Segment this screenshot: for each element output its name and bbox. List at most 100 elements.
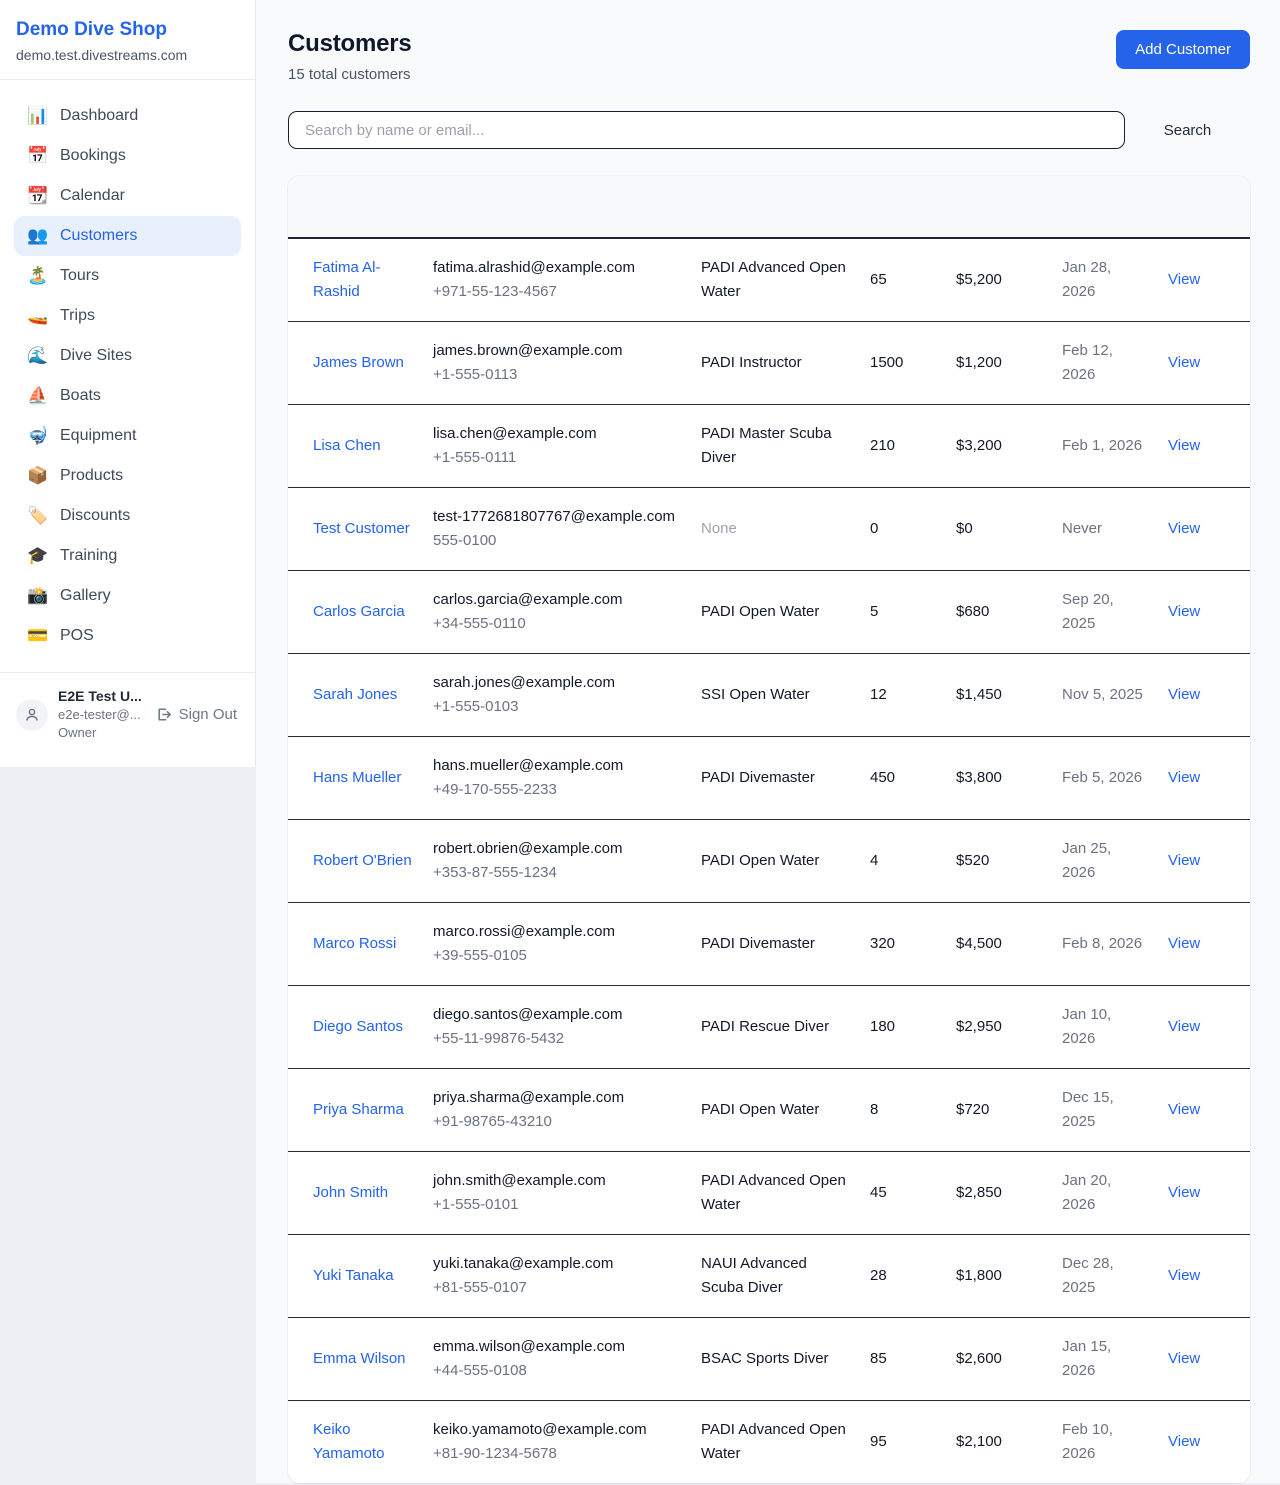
customer-phone: +44-555-0108 xyxy=(433,1359,681,1383)
view-customer-link[interactable]: View xyxy=(1168,769,1200,786)
table-row: Marco Rossi marco.rossi@example.com +39-… xyxy=(288,903,1250,986)
view-customer-link[interactable]: View xyxy=(1168,354,1200,371)
customer-certification: PADI Advanced Open Water xyxy=(701,1401,870,1484)
customer-dives: 180 xyxy=(870,986,956,1069)
sidebar-item-dive-sites[interactable]: 🌊 Dive Sites xyxy=(14,336,241,376)
customer-name-link[interactable]: James Brown xyxy=(313,354,404,371)
view-customer-link[interactable]: View xyxy=(1168,603,1200,620)
column-header-contact xyxy=(433,176,701,238)
sidebar-item-bookings[interactable]: 📅 Bookings xyxy=(14,136,241,176)
view-customer-link[interactable]: View xyxy=(1168,1433,1200,1450)
trips-icon: 🚤 xyxy=(27,307,47,324)
boats-icon: ⛵ xyxy=(27,387,47,404)
customer-dives: 85 xyxy=(870,1318,956,1401)
table-row: Keiko Yamamoto keiko.yamamoto@example.co… xyxy=(288,1401,1250,1484)
column-header-actions xyxy=(1168,176,1250,238)
customer-last-dive: Feb 1, 2026 xyxy=(1062,405,1168,488)
customer-name-link[interactable]: Carlos Garcia xyxy=(313,603,405,620)
sidebar-item-training[interactable]: 🎓 Training xyxy=(14,536,241,576)
customer-last-dive: Jan 20, 2026 xyxy=(1062,1152,1168,1235)
customer-name-link[interactable]: Test Customer xyxy=(313,520,410,537)
customer-last-dive: Sep 20, 2025 xyxy=(1062,571,1168,654)
customer-phone: +81-90-1234-5678 xyxy=(433,1442,681,1466)
sidebar-item-label: Calendar xyxy=(60,187,125,205)
customer-phone: +1-555-0113 xyxy=(433,363,681,387)
customer-dives: 95 xyxy=(870,1401,956,1484)
customer-email: sarah.jones@example.com xyxy=(433,671,681,695)
pos-icon: 💳 xyxy=(27,627,47,644)
sidebar-item-products[interactable]: 📦 Products xyxy=(14,456,241,496)
sidebar-item-boats[interactable]: ⛵ Boats xyxy=(14,376,241,416)
customer-name-link[interactable]: Lisa Chen xyxy=(313,437,381,454)
shop-name: Demo Dive Shop xyxy=(16,18,239,43)
customer-name-link[interactable]: Priya Sharma xyxy=(313,1101,404,1118)
view-customer-link[interactable]: View xyxy=(1168,437,1200,454)
view-customer-link[interactable]: View xyxy=(1168,520,1200,537)
sign-out-icon xyxy=(155,706,172,723)
sidebar-item-calendar[interactable]: 📆 Calendar xyxy=(14,176,241,216)
add-customer-button[interactable]: Add Customer xyxy=(1116,30,1250,69)
customer-email: test-1772681807767@example.com xyxy=(433,505,681,529)
search-input[interactable] xyxy=(288,111,1125,149)
sign-out-label: Sign Out xyxy=(179,706,237,723)
column-header-total-spent xyxy=(956,176,1062,238)
view-customer-link[interactable]: View xyxy=(1168,852,1200,869)
discounts-icon: 🏷️ xyxy=(27,507,47,524)
customer-total-spent: $5,200 xyxy=(956,238,1062,322)
customer-last-dive: Jan 10, 2026 xyxy=(1062,986,1168,1069)
sidebar-item-gallery[interactable]: 📸 Gallery xyxy=(14,576,241,616)
customer-name-link[interactable]: Diego Santos xyxy=(313,1018,403,1035)
view-customer-link[interactable]: View xyxy=(1168,1184,1200,1201)
customer-phone: +91-98765-43210 xyxy=(433,1110,681,1134)
customer-name-link[interactable]: Fatima Al-Rashid xyxy=(313,259,381,300)
table-row: Emma Wilson emma.wilson@example.com +44-… xyxy=(288,1318,1250,1401)
customer-email: priya.sharma@example.com xyxy=(433,1086,681,1110)
sidebar-item-discounts[interactable]: 🏷️ Discounts xyxy=(14,496,241,536)
customer-name-link[interactable]: Yuki Tanaka xyxy=(313,1267,394,1284)
customer-email: fatima.alrashid@example.com xyxy=(433,256,681,280)
sign-out-button[interactable]: Sign Out xyxy=(155,706,239,723)
table-row: Robert O'Brien robert.obrien@example.com… xyxy=(288,820,1250,903)
sidebar-item-label: Bookings xyxy=(60,147,126,165)
customer-name-link[interactable]: Emma Wilson xyxy=(313,1350,406,1367)
sidebar-item-label: Gallery xyxy=(60,587,111,605)
customer-phone: +39-555-0105 xyxy=(433,944,681,968)
customer-name-link[interactable]: Marco Rossi xyxy=(313,935,396,952)
customer-last-dive: Feb 10, 2026 xyxy=(1062,1401,1168,1484)
customer-last-dive: Feb 8, 2026 xyxy=(1062,903,1168,986)
sidebar-item-customers[interactable]: 👥 Customers xyxy=(14,216,241,256)
customer-total-spent: $1,800 xyxy=(956,1235,1062,1318)
customer-total-spent: $680 xyxy=(956,571,1062,654)
search-button[interactable]: Search xyxy=(1125,114,1250,147)
sidebar-item-tours[interactable]: 🏝️ Tours xyxy=(14,256,241,296)
sidebar-item-dashboard[interactable]: 📊 Dashboard xyxy=(14,96,241,136)
view-customer-link[interactable]: View xyxy=(1168,1350,1200,1367)
customer-name-link[interactable]: Hans Mueller xyxy=(313,769,401,786)
customer-name-link[interactable]: Sarah Jones xyxy=(313,686,397,703)
customer-name-link[interactable]: Keiko Yamamoto xyxy=(313,1421,384,1462)
customer-phone: +49-170-555-2233 xyxy=(433,778,681,802)
view-customer-link[interactable]: View xyxy=(1168,1018,1200,1035)
view-customer-link[interactable]: View xyxy=(1168,686,1200,703)
customer-certification: PADI Rescue Diver xyxy=(701,986,870,1069)
customer-name-link[interactable]: John Smith xyxy=(313,1184,388,1201)
gallery-icon: 📸 xyxy=(27,587,47,604)
customer-total-spent: $720 xyxy=(956,1069,1062,1152)
customer-last-dive: Dec 15, 2025 xyxy=(1062,1069,1168,1152)
customer-certification: PADI Advanced Open Water xyxy=(701,1152,870,1235)
view-customer-link[interactable]: View xyxy=(1168,935,1200,952)
sidebar-item-equipment[interactable]: 🤿 Equipment xyxy=(14,416,241,456)
view-customer-link[interactable]: View xyxy=(1168,271,1200,288)
customer-email: robert.obrien@example.com xyxy=(433,837,681,861)
table-row: James Brown james.brown@example.com +1-5… xyxy=(288,322,1250,405)
view-customer-link[interactable]: View xyxy=(1168,1101,1200,1118)
column-header-dives xyxy=(870,176,956,238)
view-customer-link[interactable]: View xyxy=(1168,1267,1200,1284)
column-header-last-dive xyxy=(1062,176,1168,238)
customers-table: Fatima Al-Rashid fatima.alrashid@example… xyxy=(288,176,1250,1483)
customer-email: lisa.chen@example.com xyxy=(433,422,681,446)
customer-dives: 28 xyxy=(870,1235,956,1318)
sidebar-item-pos[interactable]: 💳 POS xyxy=(14,616,241,656)
customer-name-link[interactable]: Robert O'Brien xyxy=(313,852,412,869)
sidebar-item-trips[interactable]: 🚤 Trips xyxy=(14,296,241,336)
